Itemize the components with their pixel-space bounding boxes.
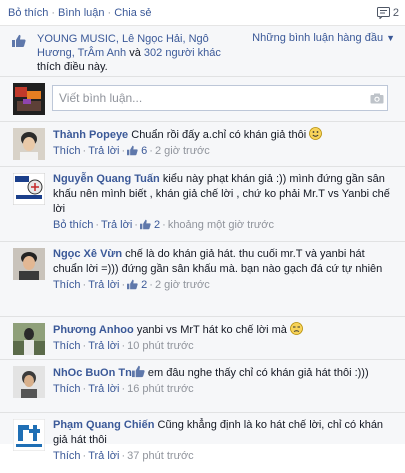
comment-item: Phương Anhoo yanbi vs MrT hát ko chế lời… bbox=[0, 317, 405, 360]
post-action-bar: Bỏ thích · Bình luận · Chia sẻ 2 bbox=[0, 0, 405, 26]
reply-button[interactable]: Trả lời bbox=[88, 279, 119, 291]
like-comment-button[interactable]: Thích bbox=[53, 279, 81, 291]
reply-button[interactable]: Trả lời bbox=[88, 383, 119, 395]
comment-body: Thành Popeye Chuẩn rồi đấy a.chỉ có khán… bbox=[53, 127, 393, 159]
like-comment-button[interactable]: Thích bbox=[53, 383, 81, 395]
unlike-comment-button[interactable]: Bỏ thích bbox=[53, 219, 93, 231]
comment-order-dropdown[interactable]: Những bình luận hàng đầu ▼ bbox=[252, 32, 395, 44]
thumbs-up-icon bbox=[131, 365, 145, 378]
unamused-emoji-icon bbox=[290, 322, 303, 335]
comment-bubble-icon bbox=[376, 6, 390, 19]
comment-item: Ngọc Xê Vừn chế là do khán giả hát. thu … bbox=[0, 242, 405, 317]
likers-others-link[interactable]: 302 người khác bbox=[144, 47, 221, 59]
comment-timestamp: 16 phút trước bbox=[127, 383, 194, 395]
reply-button[interactable]: Trả lời bbox=[88, 340, 119, 352]
reply-button[interactable]: Trả lời bbox=[88, 145, 119, 157]
like-comment-button[interactable]: Thích bbox=[53, 340, 81, 352]
thumbs-up-icon bbox=[127, 145, 138, 156]
post-feedback: Bỏ thích · Bình luận · Chia sẻ 2 YOUNG M… bbox=[0, 0, 405, 462]
comment-timestamp: 2 giờ trước bbox=[154, 145, 210, 157]
comment-input[interactable]: Viết bình luận... bbox=[52, 85, 388, 111]
comment-body: Nguyễn Quang Tuấn kiểu này phạt khán giả… bbox=[53, 172, 393, 233]
comment-body: Ngọc Xê Vừn chế là do khán giả hát. thu … bbox=[53, 247, 393, 293]
camera-icon[interactable] bbox=[370, 93, 384, 104]
like-comment-button[interactable]: Thích bbox=[53, 145, 81, 157]
avatar[interactable] bbox=[13, 128, 45, 160]
comment-order-label: Những bình luận hàng đầu bbox=[252, 32, 384, 44]
avatar[interactable] bbox=[13, 323, 45, 355]
avatar bbox=[13, 83, 45, 115]
comment-count: 2 bbox=[392, 6, 399, 19]
comment-author[interactable]: Phạm Quang Chiến bbox=[53, 419, 154, 431]
comment-item: NhOc BuOn Tn em đâu nghe thấy chỉ có khá… bbox=[0, 360, 405, 413]
comment-button[interactable]: Bình luận bbox=[58, 7, 104, 19]
smile-emoji-icon bbox=[309, 127, 323, 140]
reply-button[interactable]: Trả lời bbox=[101, 219, 132, 231]
likes-text: YOUNG MUSIC, Lê Ngọc Hải, Ngô Hương, TrÂ… bbox=[37, 32, 232, 74]
comment-author[interactable]: Ngọc Xê Vừn bbox=[53, 248, 122, 260]
comment-timestamp: 37 phút trước bbox=[127, 450, 194, 462]
avatar[interactable] bbox=[13, 419, 45, 451]
thumbs-up-icon bbox=[127, 279, 138, 290]
separator-dot: · bbox=[51, 6, 56, 19]
thumbs-up-icon bbox=[139, 219, 151, 230]
comment-meta: Thích · Trả lời · 6 · 2 giờ trước bbox=[53, 145, 210, 157]
comment-item: Nguyễn Quang Tuấn kiểu này phạt khán giả… bbox=[0, 167, 405, 242]
comment-author[interactable]: Nguyễn Quang Tuấn bbox=[53, 173, 160, 185]
comment-author[interactable]: Phương Anhoo bbox=[53, 324, 134, 336]
unlike-button[interactable]: Bỏ thích bbox=[8, 7, 48, 19]
comment-body: NhOc BuOn Tn em đâu nghe thấy chỉ có khá… bbox=[53, 365, 393, 397]
comment-text: yanbi vs MrT hát ko chế lời mà bbox=[136, 324, 287, 336]
comment-body: Phương Anhoo yanbi vs MrT hát ko chế lời… bbox=[53, 322, 393, 354]
comment-text: Chuẩn rồi đấy a.chỉ có khán giả thôi bbox=[131, 129, 307, 141]
comment-item: Phạm Quang Chiến Cũng khẳng định là ko h… bbox=[0, 413, 405, 473]
separator-dot: · bbox=[107, 6, 112, 19]
comment-author[interactable]: Thành Popeye bbox=[53, 129, 128, 141]
comment-body: Phạm Quang Chiến Cũng khẳng định là ko h… bbox=[53, 418, 393, 464]
comment-timestamp: 10 phút trước bbox=[127, 340, 194, 352]
likers-connector: và bbox=[129, 47, 141, 59]
comment-like-count[interactable]: 2 bbox=[154, 219, 160, 231]
comment-like-count[interactable]: 6 bbox=[141, 145, 147, 157]
avatar[interactable] bbox=[13, 173, 45, 205]
comment-meta: Thích · Trả lời · 10 phút trước bbox=[53, 340, 194, 352]
comment-meta: Thích · Trả lời · 37 phút trước bbox=[53, 450, 194, 462]
share-button[interactable]: Chia sẻ bbox=[114, 7, 151, 19]
likes-suffix: thích điều này. bbox=[37, 61, 108, 73]
comment-item: Thành Popeye Chuẩn rồi đấy a.chỉ có khán… bbox=[0, 122, 405, 167]
avatar[interactable] bbox=[13, 366, 45, 398]
comment-timestamp: khoảng một giờ trước bbox=[167, 219, 274, 231]
comment-meta: Thích · Trả lời · 16 phút trước bbox=[53, 383, 194, 395]
comment-author[interactable]: NhOc BuOn Tn bbox=[53, 367, 132, 379]
comment-timestamp: 2 giờ trước bbox=[154, 279, 210, 291]
comment-count-badge[interactable]: 2 bbox=[376, 6, 399, 19]
reply-button[interactable]: Trả lời bbox=[88, 450, 119, 462]
like-comment-button[interactable]: Thích bbox=[53, 450, 81, 462]
comment-meta: Thích · Trả lời · 2 · 2 giờ trước bbox=[53, 279, 210, 291]
comment-panel: YOUNG MUSIC, Lê Ngọc Hải, Ngô Hương, TrÂ… bbox=[0, 26, 405, 462]
avatar[interactable] bbox=[13, 248, 45, 280]
thumbs-up-icon bbox=[12, 34, 26, 47]
comment-text: em đâu nghe thấy chỉ có khán giả hát thô… bbox=[147, 367, 369, 379]
chevron-down-icon: ▼ bbox=[386, 33, 395, 43]
comment-meta: Bỏ thích · Trả lời · 2 · khoảng một giờ trước bbox=[53, 219, 274, 231]
likes-summary: YOUNG MUSIC, Lê Ngọc Hải, Ngô Hương, TrÂ… bbox=[0, 26, 405, 77]
comment-composer: Viết bình luận... bbox=[0, 77, 405, 122]
comment-like-count[interactable]: 2 bbox=[141, 279, 147, 291]
